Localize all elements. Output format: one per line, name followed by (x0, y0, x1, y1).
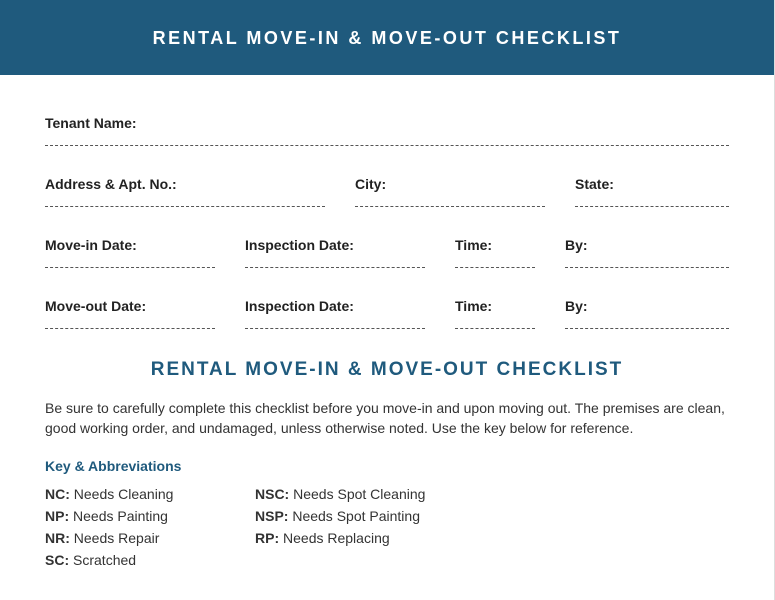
field-city: City: (355, 176, 545, 207)
label-movein-date: Move-in Date: (45, 237, 215, 253)
instructions-text: Be sure to carefully complete this check… (45, 399, 729, 438)
key-desc: Needs Replacing (279, 530, 390, 546)
key-code: NC: (45, 486, 70, 502)
section-title: RENTAL MOVE-IN & MOVE-OUT CHECKLIST (45, 359, 729, 381)
row-movein: Move-in Date: Inspection Date: Time: By: (45, 237, 729, 268)
line-inspection-out[interactable] (245, 328, 425, 329)
key-item: NC: Needs Cleaning (45, 486, 255, 502)
key-col-1: NC: Needs Cleaning NP: Needs Painting NR… (45, 486, 255, 574)
line-city[interactable] (355, 206, 545, 207)
key-desc: Needs Spot Cleaning (289, 486, 425, 502)
line-moveout-date[interactable] (45, 328, 215, 329)
key-code: NR: (45, 530, 70, 546)
line-by-out[interactable] (565, 328, 729, 329)
key-code: RP: (255, 530, 279, 546)
row-moveout: Move-out Date: Inspection Date: Time: By… (45, 298, 729, 329)
row-address: Address & Apt. No.: City: State: (45, 176, 729, 207)
field-time-in: Time: (455, 237, 535, 268)
key-item: RP: Needs Replacing (255, 530, 465, 546)
row-tenant: Tenant Name: (45, 115, 729, 146)
key-code: NSP: (255, 508, 288, 524)
field-inspection-out: Inspection Date: (245, 298, 425, 329)
document-page: RENTAL MOVE-IN & MOVE-OUT CHECKLIST Tena… (0, 0, 775, 600)
key-grid: NC: Needs Cleaning NP: Needs Painting NR… (45, 486, 729, 574)
key-desc: Needs Cleaning (70, 486, 174, 502)
label-inspection-in: Inspection Date: (245, 237, 425, 253)
key-desc: Scratched (69, 552, 136, 568)
key-desc: Needs Repair (70, 530, 160, 546)
key-item: NSP: Needs Spot Painting (255, 508, 465, 524)
key-code: NP: (45, 508, 69, 524)
label-state: State: (575, 176, 729, 192)
key-code: SC: (45, 552, 69, 568)
line-time-in[interactable] (455, 267, 535, 268)
field-inspection-in: Inspection Date: (245, 237, 425, 268)
header-title: RENTAL MOVE-IN & MOVE-OUT CHECKLIST (153, 28, 622, 48)
field-by-in: By: (565, 237, 729, 268)
key-item: SC: Scratched (45, 552, 255, 568)
key-code: NSC: (255, 486, 289, 502)
line-state[interactable] (575, 206, 729, 207)
label-time-out: Time: (455, 298, 535, 314)
header-band: RENTAL MOVE-IN & MOVE-OUT CHECKLIST (0, 0, 774, 75)
key-item: NR: Needs Repair (45, 530, 255, 546)
field-movein-date: Move-in Date: (45, 237, 215, 268)
line-time-out[interactable] (455, 328, 535, 329)
line-by-in[interactable] (565, 267, 729, 268)
label-moveout-date: Move-out Date: (45, 298, 215, 314)
field-tenant-name: Tenant Name: (45, 115, 729, 146)
key-desc: Needs Spot Painting (288, 508, 420, 524)
key-item: NP: Needs Painting (45, 508, 255, 524)
label-tenant-name: Tenant Name: (45, 115, 729, 131)
key-col-2: NSC: Needs Spot Cleaning NSP: Needs Spot… (255, 486, 465, 574)
label-city: City: (355, 176, 545, 192)
label-by-out: By: (565, 298, 729, 314)
field-moveout-date: Move-out Date: (45, 298, 215, 329)
label-by-in: By: (565, 237, 729, 253)
line-address[interactable] (45, 206, 325, 207)
field-address: Address & Apt. No.: (45, 176, 325, 207)
key-desc: Needs Painting (69, 508, 168, 524)
line-movein-date[interactable] (45, 267, 215, 268)
label-inspection-out: Inspection Date: (245, 298, 425, 314)
line-tenant-name[interactable] (45, 145, 729, 146)
key-heading: Key & Abbreviations (45, 458, 729, 474)
field-state: State: (575, 176, 729, 207)
field-time-out: Time: (455, 298, 535, 329)
form-area: Tenant Name: Address & Apt. No.: City: S… (0, 75, 774, 329)
field-by-out: By: (565, 298, 729, 329)
key-item: NSC: Needs Spot Cleaning (255, 486, 465, 502)
line-inspection-in[interactable] (245, 267, 425, 268)
label-address: Address & Apt. No.: (45, 176, 325, 192)
label-time-in: Time: (455, 237, 535, 253)
